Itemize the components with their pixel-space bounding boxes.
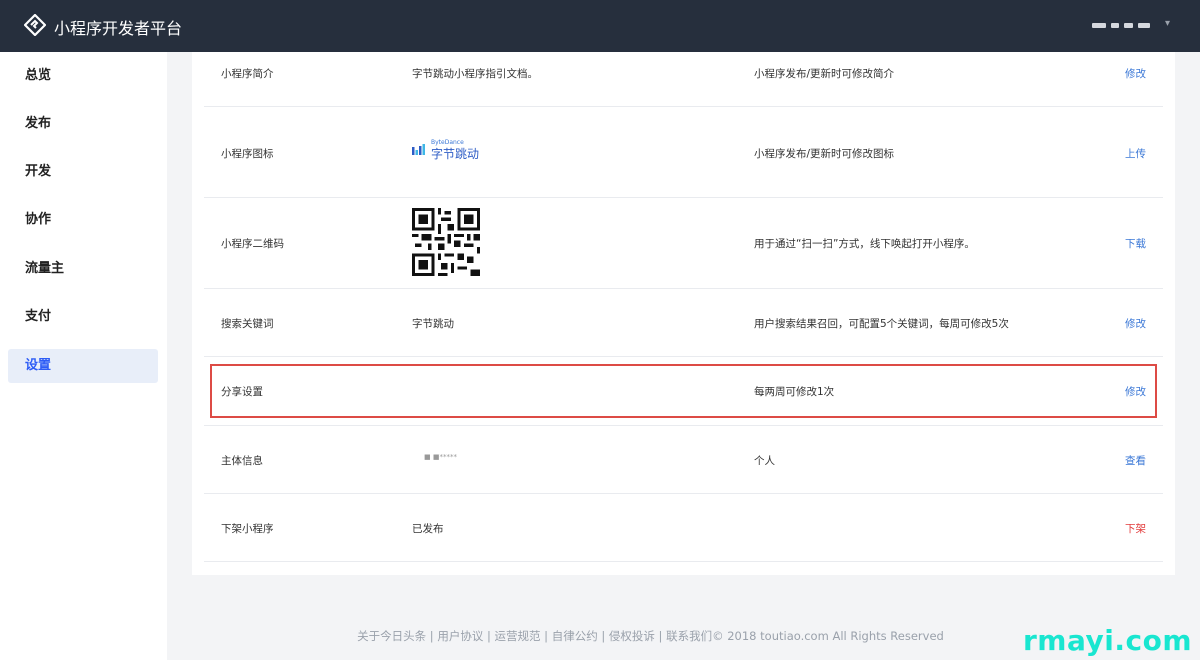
unpublish-button[interactable]: 下架 [1125,521,1146,536]
table-row: 搜索关键词 字节跳动 用户搜索结果召回，可配置5个关键词，每周可修改5次 修改 [204,289,1163,357]
row-description: 小程序发布/更新时可修改简介 [754,68,895,80]
row-label: 下架小程序 [221,523,274,535]
sidebar-item-overview[interactable]: 总览 [8,59,158,93]
table-row: 小程序简介 字节跳动小程序指引文档。 小程序发布/更新时可修改简介 修改 [204,52,1163,107]
sidebar: 总览 发布 开发 协作 流量主 支付 设置 [0,52,167,660]
platform-title[interactable]: 小程序开发者平台 [54,15,182,39]
upload-icon-button[interactable]: 上传 [1125,146,1146,161]
sidebar-item-publish[interactable]: 发布 [8,107,158,141]
download-qr-button[interactable]: 下载 [1125,236,1146,251]
app-icon-logo: ByteDance 字节跳动 [412,139,482,161]
row-description: 用户搜索结果召回，可配置5个关键词，每周可修改5次 [754,318,1009,330]
table-row: 小程序二维码 用于通过“扫一扫”方式，线下唤起打开小程序。 下载 [204,198,1163,289]
view-entity-button[interactable]: 查看 [1125,453,1146,468]
highlight-annotation-box [210,364,1157,418]
sidebar-item-settings[interactable]: 设置 [8,349,158,383]
logo-main-text: 字节跳动 [431,147,480,161]
logo-icon[interactable] [24,14,46,36]
qr-code-icon [412,208,480,276]
row-value: 字节跳动小程序指引文档。 [412,68,538,80]
masked-entity-name: ■ ■***** [424,453,457,461]
row-label: 小程序简介 [221,68,274,80]
row-label: 小程序二维码 [221,238,284,250]
row-description: 个人 [754,455,775,467]
watermark: rmayi.com [1022,624,1192,657]
user-name-masked[interactable] [1092,20,1150,30]
edit-intro-button[interactable]: 修改 [1125,66,1146,81]
sidebar-item-develop[interactable]: 开发 [8,155,158,189]
chevron-down-icon[interactable]: ▾ [1165,18,1170,29]
edit-keywords-button[interactable]: 修改 [1125,316,1146,331]
row-label: 主体信息 [221,455,263,467]
table-row: 主体信息 ■ ■***** 个人 查看 [204,426,1163,494]
settings-card: 小程序简介 字节跳动小程序指引文档。 小程序发布/更新时可修改简介 修改 小程序… [192,52,1175,575]
row-label: 搜索关键词 [221,318,274,330]
bytedance-bars-icon [412,144,425,155]
row-description: 用于通过“扫一扫”方式，线下唤起打开小程序。 [754,238,975,250]
table-row: 下架小程序 已发布 下架 [204,494,1163,562]
sidebar-item-collaboration[interactable]: 协作 [8,203,158,237]
row-description: 小程序发布/更新时可修改图标 [754,148,895,160]
row-value: 字节跳动 [412,318,454,330]
table-row: 小程序图标 ByteDance 字节跳动 小程序发布/更新时可修改图标 上传 [204,107,1163,198]
sidebar-item-payment[interactable]: 支付 [8,300,158,334]
row-label: 小程序图标 [221,148,274,160]
top-bar: 小程序开发者平台 ▾ [0,0,1200,52]
sidebar-item-traffic-owner[interactable]: 流量主 [8,252,158,286]
footer-links[interactable]: 关于今日头条 | 用户协议 | 运营规范 | 自律公约 | 侵权投诉 | 联系我… [167,628,1134,644]
row-value: 已发布 [412,523,444,535]
